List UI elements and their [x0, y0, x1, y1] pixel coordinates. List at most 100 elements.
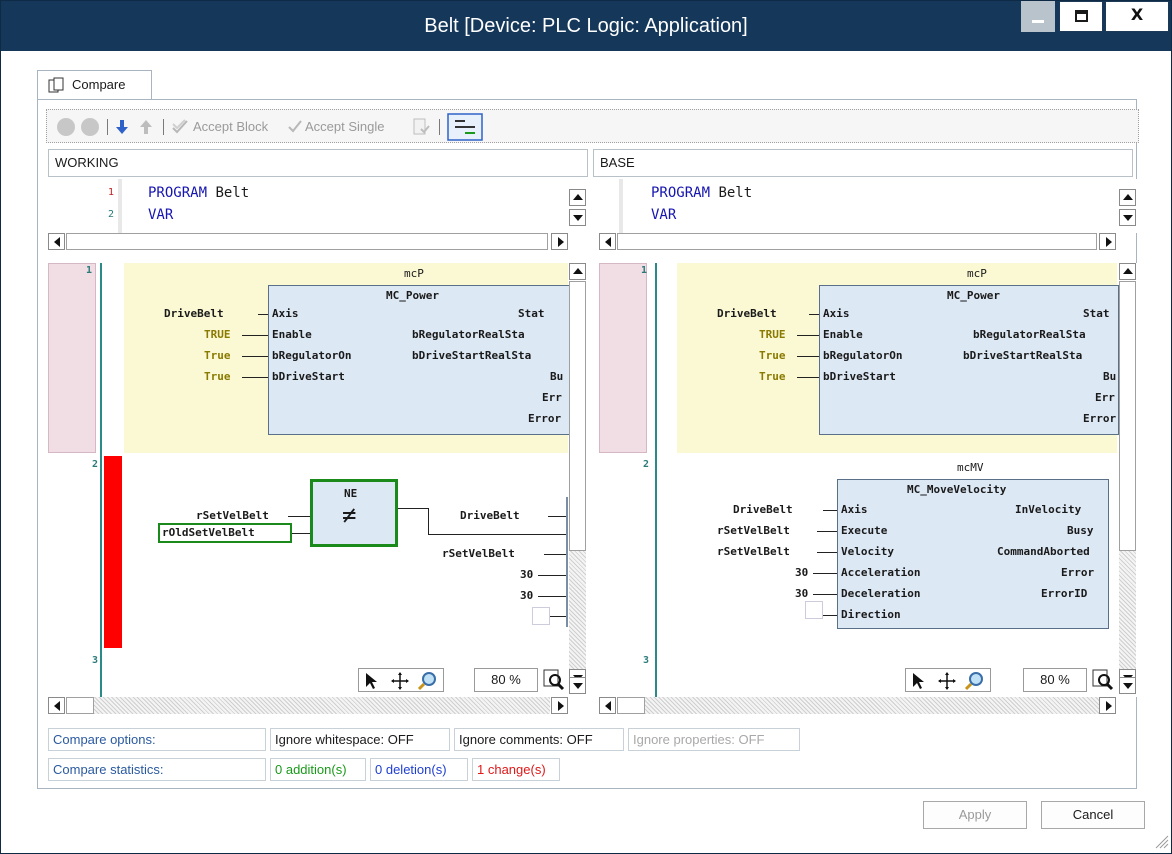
minimize-icon — [1032, 20, 1044, 23]
arrow-up-icon[interactable] — [139, 119, 153, 135]
arrow-down-icon[interactable] — [115, 119, 129, 135]
network-number: 2 — [643, 459, 650, 470]
accept-block-button[interactable]: Accept Block — [193, 115, 268, 139]
wire — [813, 594, 837, 595]
scroll-up-button[interactable] — [569, 189, 586, 206]
accept-single-button[interactable]: Accept Single — [305, 115, 385, 139]
toolbar-separator — [163, 119, 164, 135]
pointer-icon[interactable] — [363, 672, 381, 690]
vertical-scroll-track[interactable] — [569, 551, 586, 669]
working-pane: 1 2 PROGRAM Belt VAR 1 2 3 mcP MC_Power — [48, 179, 588, 719]
horizontal-scroll-track[interactable] — [94, 697, 550, 714]
accept-single-icon — [288, 120, 302, 133]
arrow-up-icon — [1123, 194, 1133, 200]
previous-difference-icon[interactable] — [57, 118, 75, 136]
compare-options-row: Compare options: Ignore whitespace: OFF … — [48, 728, 808, 751]
deletions-count: 0 deletion(s) — [370, 758, 468, 781]
accept-properties-icon[interactable] — [412, 117, 430, 137]
zoom-icon[interactable] — [964, 671, 986, 691]
next-difference-icon[interactable] — [81, 118, 99, 136]
wire — [292, 533, 310, 534]
zoom-level[interactable]: 80 % — [1023, 668, 1087, 692]
input-value: TRUE — [204, 328, 231, 341]
resize-grip-icon[interactable] — [1153, 833, 1169, 849]
zoom-icon[interactable] — [417, 671, 439, 691]
wire — [550, 616, 566, 617]
cancel-button[interactable]: Cancel — [1041, 801, 1145, 829]
wire — [242, 377, 268, 378]
ne-network: rSetVelBelt rOldSetVelBelt NE ≠ DriveBel… — [124, 457, 568, 657]
scroll-left-button[interactable] — [48, 697, 65, 714]
line-number: 2 — [107, 209, 114, 220]
toggle-sync-scroll-icon[interactable] — [447, 113, 483, 141]
horizontal-scroll-track[interactable] — [645, 697, 1099, 714]
network-number: 3 — [643, 655, 650, 666]
input-value: DriveBelt — [460, 509, 520, 522]
base-fbd-editor[interactable]: 1 2 3 mcP MC_Power DriveBelt Axis TRUE E… — [599, 263, 1139, 697]
maximize-button[interactable] — [1059, 1, 1103, 32]
vertical-scroll-thumb[interactable] — [1119, 281, 1136, 551]
output-pin: Bu — [550, 370, 564, 383]
tab-compare-label: Compare — [72, 77, 126, 92]
zoom-fit-icon[interactable] — [542, 668, 566, 692]
horizontal-scroll-thumb[interactable] — [66, 697, 94, 714]
scroll-up-button[interactable] — [1119, 263, 1136, 280]
block-edge — [566, 497, 568, 627]
scroll-left-button[interactable] — [48, 233, 65, 250]
zoom-dropdown-button[interactable] — [569, 677, 586, 694]
accept-block-icon — [172, 119, 188, 134]
scroll-right-button[interactable] — [551, 697, 568, 714]
network-number: 1 — [641, 265, 648, 276]
compare-statistics-row: Compare statistics: 0 addition(s) 0 dele… — [48, 758, 808, 781]
pointer-icon[interactable] — [910, 672, 928, 690]
scroll-right-button[interactable] — [1099, 697, 1116, 714]
zoom-fit-icon[interactable] — [1091, 668, 1115, 692]
scroll-up-button[interactable] — [569, 263, 586, 280]
pan-icon[interactable] — [938, 672, 956, 690]
keyword: VAR — [651, 207, 677, 223]
zoom-level[interactable]: 80 % — [474, 668, 538, 692]
ignore-comments-toggle[interactable]: Ignore comments: OFF — [454, 728, 624, 751]
horizontal-scroll-thumb[interactable] — [617, 697, 645, 714]
horizontal-scrollbar[interactable] — [617, 233, 1097, 250]
scroll-right-button[interactable] — [1099, 233, 1116, 250]
output-pin: Stat — [518, 307, 545, 320]
arrow-up-icon — [573, 194, 583, 200]
toolbar-separator — [107, 119, 108, 135]
ignore-properties-toggle[interactable]: Ignore properties: OFF — [628, 728, 800, 751]
instance-name: mcP — [404, 267, 424, 280]
scroll-right-button[interactable] — [551, 233, 568, 250]
arrow-right-icon — [558, 237, 564, 247]
output-pin: ErrorID — [1041, 587, 1088, 600]
wire — [544, 554, 566, 555]
title-bar[interactable]: Belt [Device: PLC Logic: Application] X — [1, 1, 1171, 51]
wire — [242, 335, 268, 336]
vertical-scroll-thumb[interactable] — [569, 281, 586, 551]
scroll-down-button[interactable] — [569, 209, 586, 226]
scroll-left-button[interactable] — [599, 233, 616, 250]
scroll-up-button[interactable] — [1119, 189, 1136, 206]
network-bar — [100, 263, 102, 697]
close-button[interactable]: X — [1105, 1, 1169, 32]
working-declaration: 1 2 PROGRAM Belt VAR — [48, 179, 588, 233]
code-text: Belt — [710, 185, 753, 201]
scroll-left-button[interactable] — [599, 697, 616, 714]
ignore-whitespace-toggle[interactable]: Ignore whitespace: OFF — [270, 728, 450, 751]
pan-icon[interactable] — [391, 672, 409, 690]
working-fbd-editor[interactable]: 1 2 3 mcP MC_Power DriveBelt Axis TRUE E… — [48, 263, 588, 697]
arrow-right-icon — [1106, 701, 1112, 711]
scroll-down-button[interactable] — [1119, 209, 1136, 226]
output-pin: InVelocity — [1015, 503, 1082, 516]
diff-removed-marker — [48, 263, 96, 453]
empty-input — [532, 607, 550, 625]
minimize-button[interactable] — [1021, 1, 1055, 32]
code-line: PROGRAM Belt — [148, 185, 249, 201]
input-pin: Execute — [841, 524, 888, 537]
horizontal-scrollbar[interactable] — [66, 233, 548, 250]
code-line: VAR — [148, 207, 173, 223]
apply-button[interactable]: Apply — [923, 801, 1027, 829]
zoom-dropdown-button[interactable] — [1119, 677, 1136, 694]
input-pin: bRegulatorOn — [823, 349, 903, 362]
tab-compare[interactable]: Compare — [37, 70, 152, 100]
vertical-scroll-track[interactable] — [1119, 551, 1136, 669]
